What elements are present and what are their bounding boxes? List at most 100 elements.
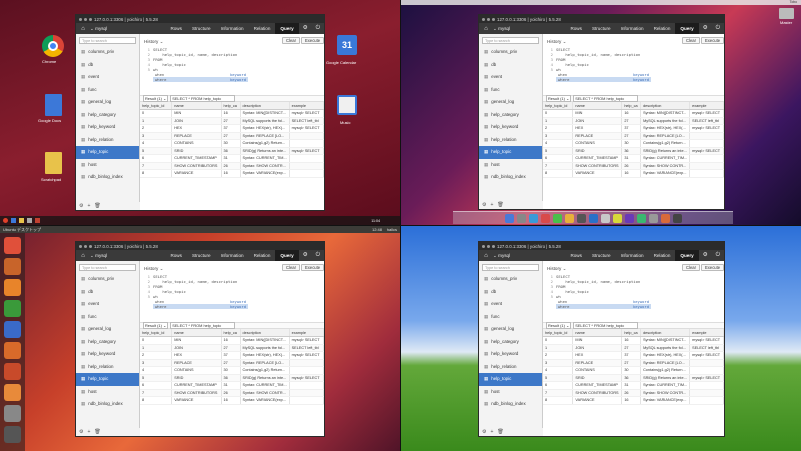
home-icon[interactable]: ⌂ (76, 26, 90, 32)
window-control-icon[interactable] (492, 244, 495, 248)
sidebar-item-func[interactable]: ▦ func (76, 84, 139, 97)
sidebar-item-func[interactable]: ▦ func (479, 311, 542, 324)
sidebar-item-help-topic[interactable]: ▦ help_topic (479, 373, 542, 386)
sidebar-item-help-keyword[interactable]: ▦ help_keyword (479, 121, 542, 134)
table-row[interactable]: 4 CONTAINS 30 Contains(g1,g2) Return... (140, 366, 324, 375)
window-control-icon[interactable] (487, 244, 490, 248)
tab-rows[interactable]: Rows (565, 250, 587, 261)
sidebar-item-columns-priv[interactable]: ▦ columns_priv (76, 273, 139, 286)
history-dropdown[interactable]: History ⌄ (547, 39, 566, 45)
column-header[interactable]: description (240, 102, 290, 110)
tab-relation[interactable]: Relation (249, 23, 276, 34)
sidebar-item-func[interactable]: ▦ func (479, 84, 542, 97)
database-selector[interactable]: ⌄ mysql (90, 253, 150, 259)
home-icon[interactable]: ⌂ (479, 26, 493, 32)
table-row[interactable]: 1 JOIN 27 MySQL supports the fol... SELECT l… (543, 117, 724, 125)
dock-app-icon[interactable] (600, 213, 610, 223)
music-icon[interactable] (337, 95, 357, 115)
history-dropdown[interactable]: History ⌄ (144, 39, 163, 45)
add-icon[interactable]: + (87, 203, 90, 209)
result-selector[interactable]: Result (1) ⌄ (546, 322, 572, 329)
column-header[interactable]: help_topic_id (543, 102, 574, 110)
table-row[interactable]: 8 VARIANCE 16 Syntax: VARIANCE(exp... (140, 396, 324, 405)
result-selector[interactable]: Result (1) ⌄ (143, 322, 169, 329)
column-header[interactable]: help_ca (621, 102, 642, 110)
sql-editor[interactable]: 1 SELECT 2 help_topic_id, name, descriptio… (144, 47, 320, 94)
sidebar-item-help-keyword[interactable]: ▦ help_keyword (479, 348, 542, 361)
column-header[interactable]: example (689, 329, 724, 337)
sidebar-item-host[interactable]: ▦ host (76, 386, 139, 399)
settings-icon[interactable] (4, 405, 21, 422)
column-header[interactable]: help_ca (221, 102, 241, 110)
writer-icon[interactable] (4, 321, 21, 338)
column-header[interactable]: help_topic_id (543, 329, 574, 337)
table-row[interactable]: 6 CURRENT_TIMESTAMP 31 Syntax: CURRENT_TIM.… (543, 381, 724, 390)
dock-app-icon[interactable] (660, 213, 670, 223)
table-row[interactable]: 5 SRID 36 SRID(g) Returns an inte... mysql> … (140, 374, 324, 382)
tab-rows[interactable]: Rows (165, 23, 187, 34)
tab-information[interactable]: Information (216, 250, 249, 261)
ubuntu-dash-icon[interactable] (4, 237, 21, 254)
table-row[interactable]: 3 REPLACE 27 Syntax: REPLACE [LO... (543, 359, 724, 367)
column-header[interactable]: example (689, 102, 724, 110)
table-row[interactable]: 7 SHOW CONTRIBUTORS 26 Syntax: SHOW CONTR..… (543, 162, 724, 170)
firefox-icon[interactable] (4, 279, 21, 296)
tab-structure[interactable]: Structure (187, 250, 216, 261)
sidebar-item-ndb-binlog-index[interactable]: ▦ ndb_binlog_index (479, 398, 542, 411)
column-header[interactable]: example (289, 102, 324, 110)
table-row[interactable]: 3 REPLACE 27 Syntax: REPLACE [LO... (140, 359, 324, 367)
trash-icon[interactable]: 🗑 (497, 202, 503, 208)
gear-icon[interactable]: ⚙ (699, 23, 712, 34)
table-row[interactable]: 6 CURRENT_TIMESTAMP 31 Syntax: CURRENT_TIM.… (140, 381, 324, 390)
settings-icon[interactable]: ⚙ (79, 429, 83, 435)
dock-app-icon[interactable] (624, 213, 634, 223)
table-row[interactable]: 2 HEX 37 Syntax: HEX(str), HEX(... mysql> SE… (543, 351, 724, 360)
sidebar-item-columns-priv[interactable]: ▦ columns_priv (76, 46, 139, 59)
column-header[interactable]: description (240, 329, 290, 337)
database-selector[interactable]: ⌄ mysql (493, 26, 553, 32)
trash-icon[interactable]: 🗑 (497, 429, 503, 435)
tab-information[interactable]: Information (216, 23, 249, 34)
sidebar-item-ndb-binlog-index[interactable]: ▦ ndb_binlog_index (76, 171, 139, 184)
sidebar-item-columns-priv[interactable]: ▦ columns_priv (479, 46, 542, 59)
table-row[interactable]: 3 REPLACE 27 Syntax: REPLACE [LO... (543, 132, 724, 140)
sidebar-item-general-log[interactable]: ▦ general_log (76, 323, 139, 336)
sidebar-item-help-relation[interactable]: ▦ help_relation (479, 134, 542, 147)
table-row[interactable]: 4 CONTAINS 30 Contains(g1,g2) Return... (543, 366, 724, 375)
window-control-icon[interactable] (84, 17, 87, 21)
execute-button[interactable]: Execute (701, 264, 724, 271)
window-control-icon[interactable] (482, 17, 485, 21)
table-row[interactable]: 5 SRID 36 SRID(g) Returns an inte... mysql> … (140, 147, 324, 155)
window-control-icon[interactable] (89, 244, 92, 248)
clear-button[interactable]: Clear (282, 264, 301, 271)
tab-query[interactable]: Query (275, 250, 299, 261)
history-dropdown[interactable]: History ⌄ (547, 266, 566, 272)
sidebar-item-help-category[interactable]: ▦ help_category (76, 109, 139, 122)
app-shelf-icon[interactable] (27, 218, 32, 223)
sidebar-item-help-topic[interactable]: ▦ help_topic (76, 146, 139, 159)
tab-structure[interactable]: Structure (587, 250, 616, 261)
dock-app-icon[interactable] (540, 213, 550, 223)
table-row[interactable]: 7 SHOW CONTRIBUTORS 26 Syntax: SHOW CONTR..… (140, 162, 324, 170)
column-header[interactable]: help_topic_id (140, 102, 173, 110)
sidebar-item-ndb-binlog-index[interactable]: ▦ ndb_binlog_index (479, 171, 542, 184)
window-control-icon[interactable] (89, 17, 92, 21)
table-row[interactable]: 5 SRID 36 SRID(g) Returns an inte... mysql> … (543, 147, 724, 155)
autocomplete-item[interactable]: where keyword (556, 77, 651, 82)
window-control-icon[interactable] (487, 17, 490, 21)
power-icon[interactable]: ⏻ (312, 250, 324, 261)
chrome-icon[interactable] (42, 35, 64, 57)
column-header[interactable]: name (572, 329, 623, 337)
scratchpad-icon[interactable] (45, 152, 62, 174)
clear-button[interactable]: Clear (282, 37, 301, 44)
tab-information[interactable]: Information (616, 250, 649, 261)
result-selector[interactable]: Result (1) ⌄ (143, 95, 169, 102)
execute-button[interactable]: Execute (301, 37, 324, 44)
search-input[interactable]: Type to search (79, 264, 136, 271)
add-icon[interactable]: + (87, 429, 90, 435)
sidebar-item-host[interactable]: ▦ host (479, 159, 542, 172)
table-row[interactable]: 0 MIN 16 Syntax: MIN([DISTINCT... mysql> SEL… (543, 109, 724, 118)
app-shelf-icon[interactable] (11, 218, 16, 223)
sidebar-item-help-keyword[interactable]: ▦ help_keyword (76, 348, 139, 361)
result-selector[interactable]: Result (1) ⌄ (546, 95, 572, 102)
